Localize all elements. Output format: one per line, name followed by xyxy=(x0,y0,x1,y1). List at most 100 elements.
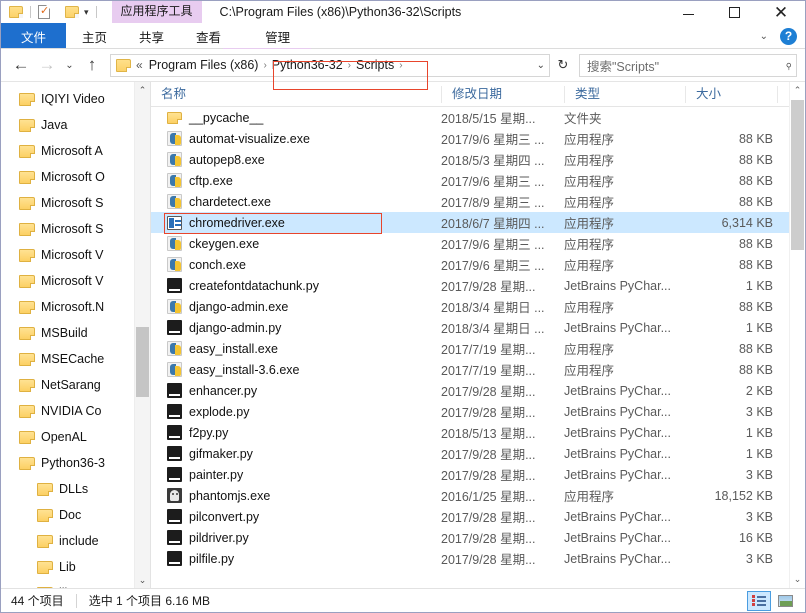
up-button[interactable]: ↑ xyxy=(80,53,104,77)
tab-share[interactable]: 共享 xyxy=(123,23,180,49)
file-name-label: createfontdatachunk.py xyxy=(189,278,319,293)
sidebar-item-microsoft-a[interactable]: Microsoft A xyxy=(1,138,150,164)
table-row[interactable]: cftp.exe 2017/9/6 星期三 ... 应用程序 88 KB xyxy=(151,170,805,191)
tab-file[interactable]: 文件 xyxy=(1,23,67,49)
table-row[interactable]: pildriver.py 2017/9/28 星期... JetBrains PyC… xyxy=(151,527,805,548)
column-header-date[interactable]: 修改日期 xyxy=(441,85,564,103)
table-row[interactable]: enhancer.py 2017/9/28 星期... JetBrains PyCh… xyxy=(151,380,805,401)
contextual-tab-application-tools[interactable]: 应用程序工具 xyxy=(111,1,202,23)
file-size-cell: 88 KB xyxy=(738,362,773,377)
search-box[interactable]: 搜索"Scripts" ⌕ xyxy=(579,53,797,77)
sidebar-item-label: Microsoft S xyxy=(41,196,104,210)
breadcrumb-separator-2[interactable]: › xyxy=(346,60,353,71)
chevron-down-icon[interactable]: ▾ xyxy=(84,7,89,17)
sidebar-item-microsoft-s[interactable]: Microsoft S xyxy=(1,216,150,242)
properties-icon[interactable] xyxy=(38,4,50,19)
view-mode-buttons xyxy=(747,590,805,611)
table-row[interactable]: painter.py 2017/9/28 星期... JetBrains PyCha… xyxy=(151,464,805,485)
sidebar-item-lib[interactable]: Lib xyxy=(1,554,150,580)
file-name-cell: cftp.exe xyxy=(151,173,441,188)
column-header-type[interactable]: 类型 xyxy=(564,85,685,103)
sidebar-item-openal[interactable]: OpenAL xyxy=(1,424,150,450)
close-button[interactable]: ✕ xyxy=(757,1,805,23)
back-button[interactable]: ← xyxy=(9,53,33,77)
breadcrumb-overflow-icon[interactable]: « xyxy=(131,58,146,72)
nav-scroll-down-icon[interactable]: ⌄ xyxy=(135,572,150,588)
file-list-scrollbar[interactable]: ⌃ ⌄ xyxy=(789,82,805,588)
sidebar-item-microsoft-v[interactable]: Microsoft V xyxy=(1,242,150,268)
folder-icon xyxy=(19,222,35,236)
folder-icon[interactable] xyxy=(9,6,23,18)
search-input[interactable]: 搜索"Scripts" xyxy=(587,56,785,75)
breadcrumb-separator-3[interactable]: › xyxy=(397,60,404,71)
table-row[interactable]: ckeygen.exe 2017/9/6 星期三 ... 应用程序 88 KB xyxy=(151,233,805,254)
sidebar-item-libs[interactable]: libs xyxy=(1,580,150,588)
maximize-button[interactable] xyxy=(711,1,757,23)
sidebar-item-python36-3[interactable]: Python36-3 xyxy=(1,450,150,476)
collapse-ribbon-icon[interactable]: ⌄ xyxy=(760,31,768,42)
breadcrumb-item-program-files[interactable]: Program Files (x86) xyxy=(146,58,262,72)
file-type-cell: 应用程序 xyxy=(564,196,615,210)
table-row[interactable]: __pycache__ 2018/5/15 星期... 文件夹 xyxy=(151,107,805,128)
sidebar-item-java[interactable]: Java xyxy=(1,112,150,138)
breadcrumb-item-python36-32[interactable]: Python36-32 xyxy=(269,58,346,72)
table-row[interactable]: createfontdatachunk.py 2017/9/28 星期... Jet… xyxy=(151,275,805,296)
sidebar-item-iqiyi-video[interactable]: IQIYI Video xyxy=(1,86,150,112)
nav-scroll-thumb[interactable] xyxy=(136,327,149,397)
sidebar-item-dlls[interactable]: DLLs xyxy=(1,476,150,502)
table-row[interactable]: conch.exe 2017/9/6 星期三 ... 应用程序 88 KB xyxy=(151,254,805,275)
sidebar-item-doc[interactable]: Doc xyxy=(1,502,150,528)
table-row[interactable]: f2py.py 2018/5/13 星期... JetBrains PyChar..… xyxy=(151,422,805,443)
ribbon-divider xyxy=(1,48,805,49)
table-row[interactable]: pilfile.py 2017/9/28 星期... JetBrains PyCha… xyxy=(151,548,805,569)
sidebar-item-microsoft-n[interactable]: Microsoft.N xyxy=(1,294,150,320)
sidebar-item-netsarang[interactable]: NetSarang xyxy=(1,372,150,398)
sidebar-item-microsoft-v[interactable]: Microsoft V xyxy=(1,268,150,294)
file-size-cell: 1 KB xyxy=(745,446,773,461)
table-row[interactable]: chardetect.exe 2017/8/9 星期三 ... 应用程序 88 KB xyxy=(151,191,805,212)
forward-button[interactable]: → xyxy=(35,53,59,77)
file-type-cell: JetBrains PyChar... xyxy=(564,404,671,419)
table-row[interactable]: automat-visualize.exe 2017/9/6 星期三 ... 应用程… xyxy=(151,128,805,149)
file-date-cell: 2017/9/28 星期... xyxy=(441,511,536,525)
address-breadcrumb-bar[interactable]: « Program Files (x86) › Python36-32 › Sc… xyxy=(110,53,550,77)
nav-scroll-up-icon[interactable]: ⌃ xyxy=(135,82,150,98)
column-header-name[interactable]: 名称 xyxy=(151,86,441,103)
minimize-button[interactable] xyxy=(665,1,711,23)
table-row[interactable]: easy_install-3.6.exe 2017/7/19 星期... 应用程序 8… xyxy=(151,359,805,380)
sidebar-item-microsoft-s[interactable]: Microsoft S xyxy=(1,190,150,216)
column-header-size[interactable]: 大小 xyxy=(685,85,777,103)
list-scroll-down-icon[interactable]: ⌄ xyxy=(790,571,805,588)
address-dropdown-icon[interactable]: ⌄ xyxy=(537,60,545,71)
sidebar-item-include[interactable]: include xyxy=(1,528,150,554)
view-large-icons-button[interactable] xyxy=(773,591,797,611)
table-row[interactable]: autopep8.exe 2018/5/3 星期四 ... 应用程序 88 KB xyxy=(151,149,805,170)
list-scroll-up-icon[interactable]: ⌃ xyxy=(790,82,805,99)
recent-locations-button[interactable]: ⌄ xyxy=(61,53,78,77)
help-icon[interactable]: ? xyxy=(780,27,797,45)
new-folder-icon[interactable] xyxy=(65,6,79,18)
folder-icon xyxy=(19,456,35,470)
tab-manage[interactable]: 管理 xyxy=(249,23,306,49)
file-date-cell: 2018/5/13 星期... xyxy=(441,427,536,441)
table-row[interactable]: chromedriver.exe 2018/6/7 星期四 ... 应用程序 6,31… xyxy=(151,212,805,233)
table-row[interactable]: phantomjs.exe 2016/1/25 星期... 应用程序 18,152 K… xyxy=(151,485,805,506)
navigation-scrollbar[interactable]: ⌃ ⌄ xyxy=(134,82,150,588)
sidebar-item-msecache[interactable]: MSECache xyxy=(1,346,150,372)
sidebar-item-msbuild[interactable]: MSBuild xyxy=(1,320,150,346)
sidebar-item-microsoft-o[interactable]: Microsoft O xyxy=(1,164,150,190)
tab-home[interactable]: 主页 xyxy=(66,23,123,49)
table-row[interactable]: gifmaker.py 2017/9/28 星期... JetBrains PyCh… xyxy=(151,443,805,464)
table-row[interactable]: explode.py 2017/9/28 星期... JetBrains PyCha… xyxy=(151,401,805,422)
breadcrumb-separator-1[interactable]: › xyxy=(261,60,268,71)
sidebar-item-nvidia-co[interactable]: NVIDIA Co xyxy=(1,398,150,424)
breadcrumb-item-scripts[interactable]: Scripts xyxy=(353,58,397,72)
table-row[interactable]: easy_install.exe 2017/7/19 星期... 应用程序 88 KB xyxy=(151,338,805,359)
list-scroll-thumb[interactable] xyxy=(791,100,804,250)
table-row[interactable]: django-admin.py 2018/3/4 星期日 ... JetBrains… xyxy=(151,317,805,338)
table-row[interactable]: django-admin.exe 2018/3/4 星期日 ... 应用程序 88 K… xyxy=(151,296,805,317)
refresh-button[interactable]: ↻ xyxy=(552,54,574,77)
view-details-button[interactable] xyxy=(747,590,771,611)
tab-view[interactable]: 查看 xyxy=(180,23,237,49)
table-row[interactable]: pilconvert.py 2017/9/28 星期... JetBrains Py… xyxy=(151,506,805,527)
